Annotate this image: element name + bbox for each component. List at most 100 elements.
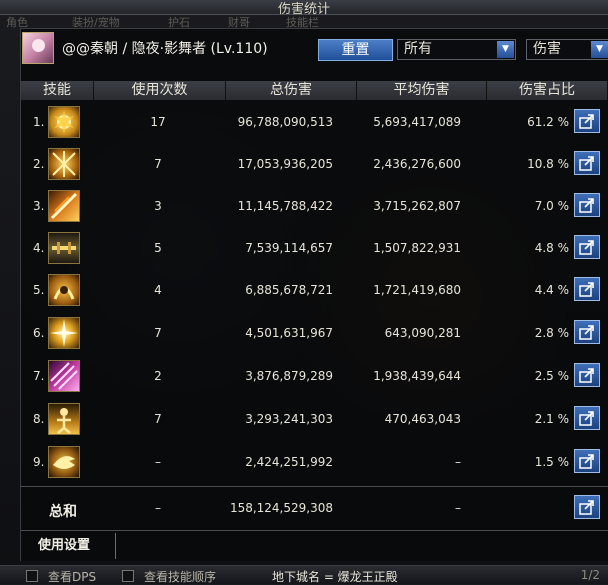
- damage-share-cell: 10.8 %: [527, 157, 569, 171]
- total-damage-cell: 3,876,879,289: [245, 369, 333, 383]
- skill-icon: [48, 148, 80, 180]
- skill-icon: [48, 446, 80, 478]
- share-button[interactable]: [574, 235, 600, 259]
- header-uses[interactable]: 使用次数: [94, 81, 226, 100]
- avg-damage-cell: 1,721,419,680: [373, 283, 461, 297]
- uses-value: 7: [154, 157, 162, 171]
- chevron-down-icon[interactable]: ▼: [497, 41, 514, 58]
- skill-icon: [48, 106, 80, 138]
- summary-total: 158,124,529,308: [229, 501, 333, 515]
- usage-settings-button[interactable]: 使用设置: [26, 533, 116, 559]
- character-avatar: [22, 32, 54, 64]
- skill-icon: [48, 360, 80, 392]
- reset-button[interactable]: 重置: [318, 39, 393, 61]
- uses-value: 17: [150, 115, 166, 129]
- table-row: 7. 2 3,876,879,289 1,938,439,644 2.5 %: [21, 356, 608, 398]
- avg-damage-cell: 2,436,276,600: [373, 157, 461, 171]
- share-button[interactable]: [574, 320, 600, 344]
- metric-value: 伤害: [533, 41, 561, 57]
- dps-checkbox[interactable]: [26, 570, 38, 582]
- table-row: 9. – 2,424,251,992 – 1.5 %: [21, 442, 608, 484]
- table-row: 4. 5 7,539,114,657 1,507,822,931 4.8 %: [21, 228, 608, 270]
- damage-share-cell: 4.4 %: [534, 283, 569, 297]
- row-rank: 8.: [33, 412, 45, 426]
- summary-label: 总和: [49, 504, 77, 520]
- share-icon: [579, 198, 594, 213]
- table-row: 3. 3 11,145,788,422 3,715,262,807 7.0 %: [21, 186, 608, 228]
- skill-order-label: 查看技能顺序: [144, 570, 217, 584]
- total-damage-cell: 2,424,251,992: [245, 455, 333, 469]
- row-rank: 4.: [33, 241, 45, 255]
- avg-damage-cell: 1,938,439,644: [373, 369, 461, 383]
- filter-dropdown[interactable]: 所有 ▼: [397, 39, 516, 60]
- window-titlebar: 伤害统计: [0, 0, 608, 17]
- uses-value: 2: [154, 369, 162, 383]
- table-header: 技能 使用次数 总伤害 平均伤害 伤害占比: [21, 81, 608, 100]
- share-icon: [579, 411, 594, 426]
- summary-row: 总和 – 158,124,529,308 –: [21, 488, 608, 530]
- header-damage-share[interactable]: 伤害占比: [487, 81, 608, 100]
- row-rank: 2.: [33, 157, 45, 171]
- avg-damage-cell: 3,715,262,807: [373, 199, 461, 213]
- row-rank: 6.: [33, 326, 45, 340]
- share-button[interactable]: [574, 363, 600, 387]
- table-row: 1. 17 96,788,090,513 5,693,417,089 61.2 …: [21, 102, 608, 144]
- summary-avg: –: [455, 501, 461, 515]
- skill-icon: [48, 317, 80, 349]
- header-total-damage[interactable]: 总伤害: [226, 81, 357, 100]
- skill-order-checkbox[interactable]: [122, 570, 134, 582]
- uses-value: 3: [154, 199, 162, 213]
- bottom-bar: 查看DPS 查看技能顺序 地下城名 = 爆龙王正殿 1/2: [0, 565, 608, 584]
- page-indicator: 1/2: [580, 568, 600, 582]
- metric-dropdown[interactable]: 伤害 ▼: [526, 39, 608, 60]
- header-avg-damage[interactable]: 平均伤害: [357, 81, 487, 100]
- share-button[interactable]: [574, 495, 600, 519]
- avg-damage-cell: –: [455, 455, 461, 469]
- table-row: 2. 7 17,053,936,205 2,436,276,600 10.8 %: [21, 144, 608, 186]
- skill-icon: [48, 274, 80, 306]
- uses-value: 7: [154, 412, 162, 426]
- damage-share-cell: 2.1 %: [534, 412, 569, 426]
- total-damage-cell: 11,145,788,422: [237, 199, 333, 213]
- total-damage-cell: 3,293,241,303: [245, 412, 333, 426]
- chevron-down-icon[interactable]: ▼: [591, 41, 608, 58]
- header-skill[interactable]: 技能: [21, 81, 94, 100]
- table-row: 6. 7 4,501,631,967 643,090,281 2.8 %: [21, 313, 608, 355]
- character-name: @@秦朝 / 隐夜·影舞者 (Lv.110): [62, 41, 268, 57]
- uses-value: –: [155, 455, 161, 469]
- row-rank: 7.: [33, 369, 45, 383]
- share-button[interactable]: [574, 151, 600, 175]
- row-rank: 1.: [33, 115, 45, 129]
- filter-value: 所有: [404, 41, 432, 57]
- total-damage-cell: 4,501,631,967: [245, 326, 333, 340]
- share-button[interactable]: [574, 277, 600, 301]
- damage-share-cell: 61.2 %: [527, 115, 569, 129]
- uses-value: 5: [154, 241, 162, 255]
- skill-icon: [48, 232, 80, 264]
- summary-uses: –: [155, 501, 161, 515]
- table-row: 8. 7 3,293,241,303 470,463,043 2.1 %: [21, 399, 608, 441]
- total-damage-cell: 96,788,090,513: [237, 115, 333, 129]
- row-rank: 9.: [33, 455, 45, 469]
- damage-share-cell: 1.5 %: [534, 455, 569, 469]
- skill-icon: [48, 190, 80, 222]
- row-rank: 5.: [33, 283, 45, 297]
- avg-damage-cell: 1,507,822,931: [373, 241, 461, 255]
- dps-label: 查看DPS: [48, 570, 97, 584]
- share-button[interactable]: [574, 406, 600, 430]
- share-button[interactable]: [574, 109, 600, 133]
- share-button[interactable]: [574, 193, 600, 217]
- row-rank: 3.: [33, 199, 45, 213]
- share-button[interactable]: [574, 449, 600, 473]
- share-icon: [579, 325, 594, 340]
- damage-share-cell: 4.8 %: [534, 241, 569, 255]
- damage-share-cell: 2.8 %: [534, 326, 569, 340]
- dungeon-name: 地下城名 = 爆龙王正殿: [272, 570, 398, 584]
- damage-share-cell: 7.0 %: [534, 199, 569, 213]
- share-icon: [579, 454, 594, 469]
- share-icon: [579, 368, 594, 383]
- total-damage-cell: 17,053,936,205: [237, 157, 333, 171]
- share-icon: [579, 500, 594, 515]
- avg-damage-cell: 643,090,281: [384, 326, 461, 340]
- divider: [21, 530, 608, 531]
